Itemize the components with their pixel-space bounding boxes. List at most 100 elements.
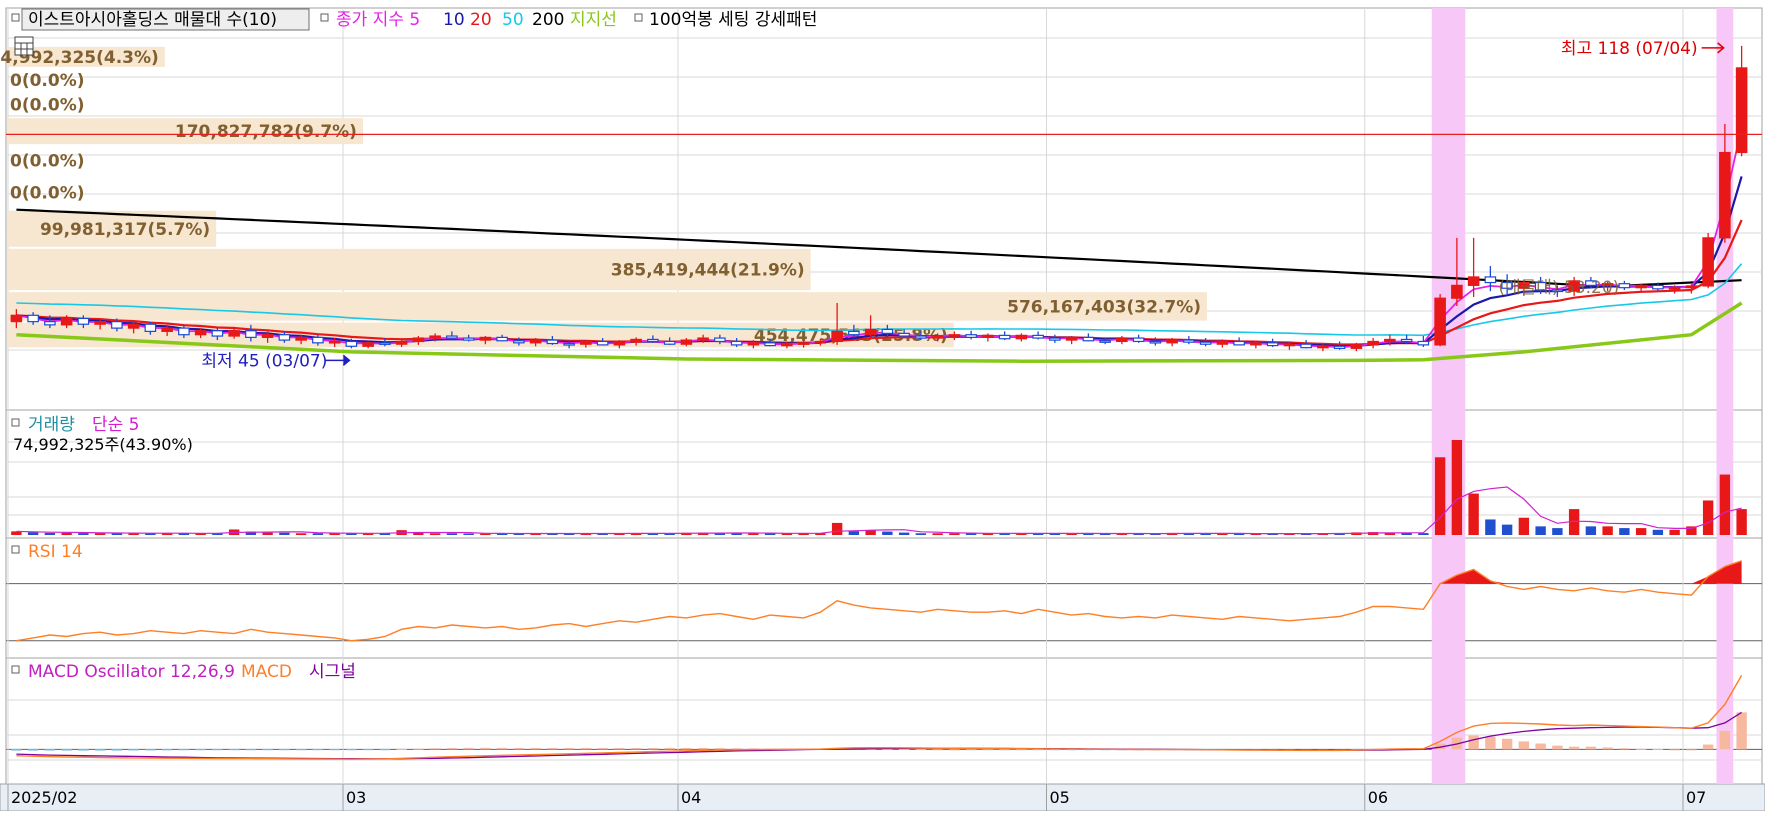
x-tick-label: 05	[1050, 788, 1070, 807]
macd-oscillator-bar	[1652, 749, 1664, 751]
volume-bar	[78, 533, 89, 535]
candle-body	[194, 330, 207, 336]
macd-oscillator-bar	[1669, 749, 1680, 751]
highlight-band	[1431, 8, 1449, 784]
candle-body	[1417, 340, 1430, 346]
macd-oscillator-bar	[195, 749, 206, 751]
macd-oscillator-bar	[714, 748, 726, 750]
legend-ma10: 10	[443, 10, 465, 30]
macd-oscillator-bar	[681, 747, 692, 750]
macd-oscillator-bar	[44, 749, 56, 751]
macd-oscillator-bar	[78, 749, 89, 751]
candle-body	[27, 314, 39, 323]
candle-body	[228, 330, 240, 337]
candle-body	[747, 342, 760, 346]
macd-oscillator-bar	[212, 749, 223, 751]
candle-body	[1065, 336, 1078, 341]
candle-body	[1015, 334, 1028, 340]
volume-toggle-icon[interactable]	[11, 418, 20, 427]
volume-readout: 74,992,325주(43.90%)	[13, 435, 193, 454]
macd-oscillator-bar	[463, 747, 474, 750]
macd-oscillator-bar	[949, 749, 960, 751]
candle-body	[1317, 345, 1329, 349]
macd-oscillator-bar	[295, 749, 307, 751]
x-tick-label: 2025/02	[11, 788, 77, 807]
macd-oscillator-bar	[396, 748, 407, 750]
candle-body	[1250, 342, 1262, 346]
macd-oscillator-bar	[1468, 735, 1479, 750]
macd-oscillator-bar	[513, 747, 525, 750]
candle-body	[94, 321, 106, 325]
volume-bar	[1719, 474, 1731, 535]
macd-oscillator-bar	[1535, 743, 1546, 750]
volume-profile-label: 0(0.0%)	[10, 151, 85, 171]
macd-toggle-icon[interactable]	[11, 665, 20, 674]
candle-body	[1451, 284, 1463, 299]
candle-body	[261, 334, 274, 338]
volume-bar	[1485, 519, 1496, 535]
x-tick-label: 03	[346, 788, 366, 807]
candle-body	[1132, 337, 1145, 343]
macd-oscillator-bar	[178, 749, 190, 751]
volume-bar	[1669, 529, 1680, 535]
macd-oscillator-bar	[145, 749, 156, 751]
volume-bar	[1535, 526, 1546, 535]
volume-bar	[1434, 457, 1446, 535]
volume-bar	[915, 533, 927, 535]
macd-oscillator-bar	[664, 747, 675, 750]
legend-volume-sma: 단순 5	[92, 415, 140, 435]
volume-bar	[1501, 524, 1513, 535]
candle-body	[1032, 334, 1044, 339]
macd-oscillator-bar	[128, 749, 139, 751]
macd-oscillator-bar	[480, 747, 491, 750]
volume-bar	[1635, 528, 1647, 535]
candle-body	[1183, 339, 1195, 343]
volume-bar	[1602, 526, 1613, 535]
candle-body	[44, 321, 56, 326]
macd-oscillator-bar	[1702, 744, 1714, 750]
candle-body	[898, 332, 910, 337]
volume-bar	[898, 532, 910, 535]
volume-bar	[61, 532, 72, 535]
volume-profile-label: 0(0.0%)	[10, 71, 85, 91]
candle-body	[680, 339, 693, 345]
candle-body	[1333, 345, 1346, 349]
candle-body	[1350, 344, 1363, 349]
macd-oscillator-bar	[11, 749, 22, 751]
candle-body	[1049, 337, 1061, 341]
candle-body	[1300, 343, 1312, 349]
volume-bar	[279, 532, 290, 535]
volume-bar	[94, 533, 106, 535]
candle-body	[345, 340, 358, 347]
macd-oscillator-bar	[580, 747, 592, 750]
calculator-icon[interactable]	[14, 36, 34, 56]
volume-bar	[27, 532, 39, 535]
volume-bar	[312, 533, 324, 535]
candle-body	[1668, 287, 1681, 290]
candle-body	[848, 330, 860, 336]
pattern-toggle-icon[interactable]	[634, 13, 643, 22]
legend-ma5: 종가 지수 5	[336, 10, 420, 30]
macd-oscillator-bar	[413, 748, 424, 750]
macd-oscillator-bar	[697, 747, 709, 750]
rsi-toggle-icon[interactable]	[11, 545, 20, 554]
x-tick-label: 04	[681, 788, 701, 807]
volume-profile-label: 0(0.0%)	[10, 184, 85, 204]
candle-body	[312, 336, 324, 344]
candle-body	[362, 342, 374, 347]
ma-toggle-icon[interactable]	[320, 13, 329, 22]
volume-bar	[1736, 509, 1747, 535]
candle-body	[429, 335, 441, 339]
x-axis-bar	[0, 783, 1765, 812]
volume-bar	[882, 531, 893, 535]
legend-toggle-icon[interactable]	[11, 13, 20, 22]
candle-body	[1685, 285, 1698, 289]
volume-bar	[932, 533, 943, 535]
macd-oscillator-bar	[111, 749, 123, 751]
volume-bar	[1552, 528, 1563, 535]
macd-oscillator-bar	[915, 749, 927, 751]
volume-bar	[1619, 528, 1630, 535]
volume-bar	[1585, 526, 1597, 535]
macd-oscillator-bar	[898, 748, 910, 750]
legend-macd: MACD	[241, 662, 292, 682]
